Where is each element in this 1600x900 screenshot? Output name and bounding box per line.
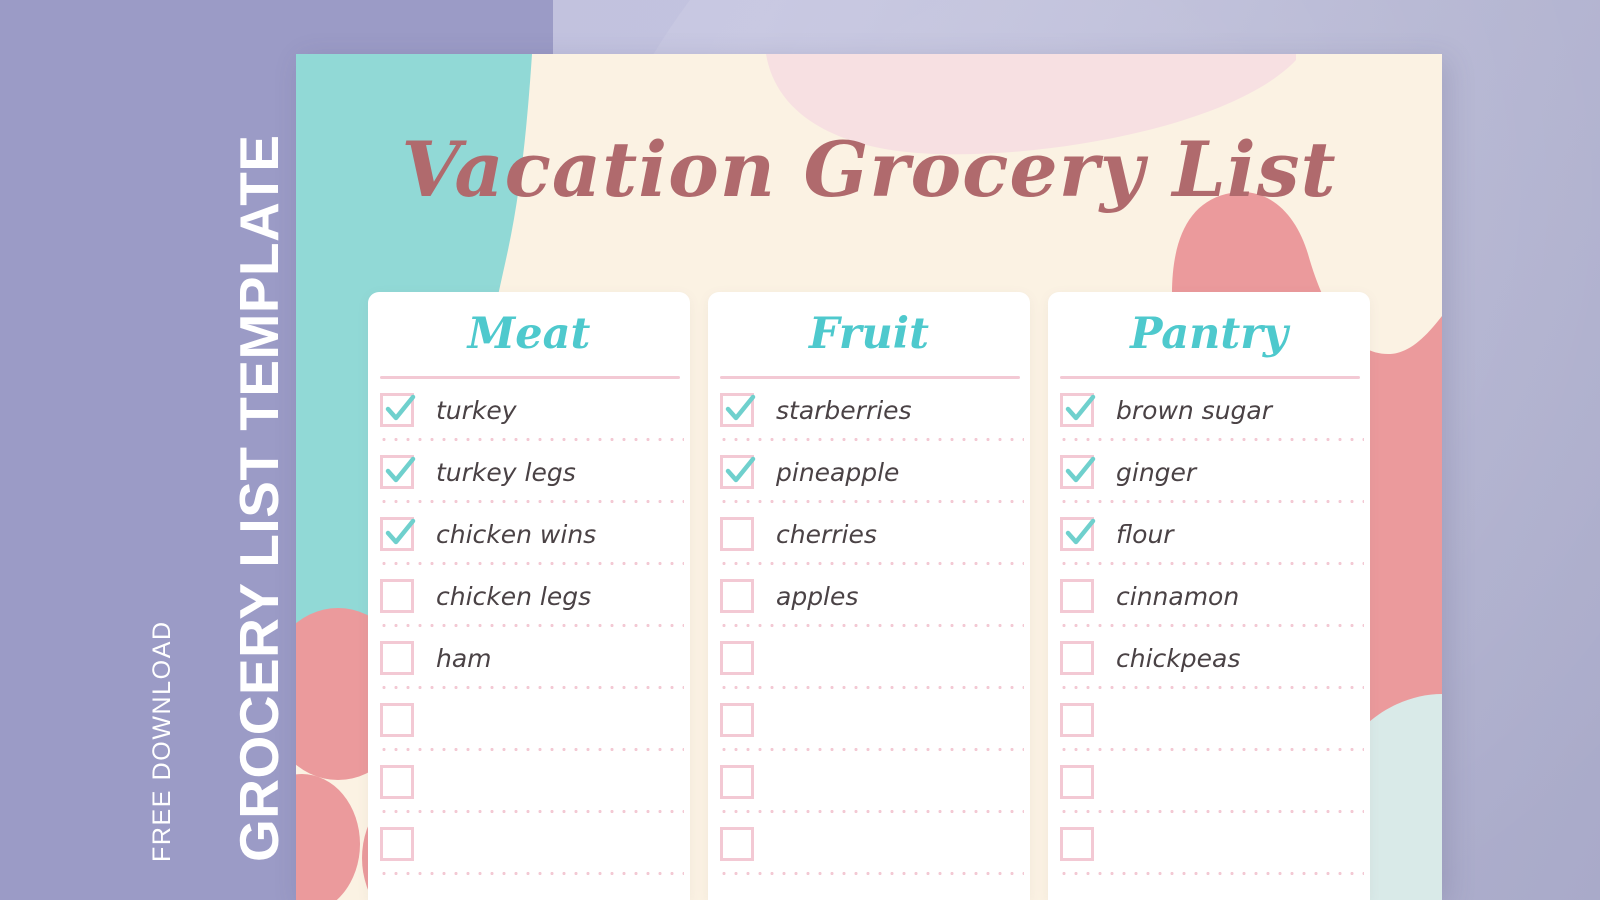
promo-title: GROCERY LIST TEMPLATE <box>228 134 290 862</box>
list-item[interactable]: ham <box>368 627 690 689</box>
list-item-label: cherries <box>776 519 877 549</box>
checkbox-checked[interactable] <box>1060 517 1096 551</box>
checkbox-empty[interactable] <box>720 827 754 861</box>
category-columns: Meat turkey turkey legs chicken wins chi… <box>368 292 1370 900</box>
list-item[interactable]: chickpeas <box>1048 627 1370 689</box>
check-icon <box>1065 456 1096 483</box>
item-list-meat: turkey turkey legs chicken wins chicken … <box>368 379 690 875</box>
category-card-fruit: Fruit starberries pineapple cherries app… <box>708 292 1030 900</box>
list-item-label: chickpeas <box>1116 643 1241 673</box>
checkbox-empty[interactable] <box>720 517 754 551</box>
checkbox-checked[interactable] <box>1060 455 1096 489</box>
list-item[interactable] <box>708 689 1030 751</box>
list-item[interactable] <box>708 751 1030 813</box>
list-item[interactable]: turkey legs <box>368 441 690 503</box>
check-icon <box>385 456 416 483</box>
category-title-fruit: Fruit <box>809 308 929 359</box>
promo-subtitle: FREE DOWNLOAD <box>148 620 176 862</box>
checkbox-empty[interactable] <box>380 641 414 675</box>
checkbox-empty[interactable] <box>720 765 754 799</box>
checkbox-empty[interactable] <box>1060 703 1094 737</box>
check-icon <box>1065 518 1096 545</box>
checkbox-empty[interactable] <box>380 579 414 613</box>
list-item[interactable]: turkey <box>368 379 690 441</box>
checkbox-empty[interactable] <box>380 827 414 861</box>
page-title: Vacation Grocery List <box>401 125 1337 214</box>
category-card-pantry: Pantry brown sugar ginger flour cinnamon… <box>1048 292 1370 900</box>
item-list-fruit: starberries pineapple cherries apples <box>708 379 1030 875</box>
checkbox-checked[interactable] <box>380 517 416 551</box>
list-item[interactable] <box>708 813 1030 875</box>
list-item[interactable] <box>708 627 1030 689</box>
list-item[interactable]: chicken wins <box>368 503 690 565</box>
checkbox-empty[interactable] <box>380 703 414 737</box>
list-item[interactable]: flour <box>1048 503 1370 565</box>
screenshot-root: GROCERY LIST TEMPLATE FREE DOWNLOAD Vaca… <box>0 0 1600 900</box>
list-item[interactable] <box>368 751 690 813</box>
list-item[interactable]: cherries <box>708 503 1030 565</box>
check-icon <box>385 394 416 421</box>
category-header-fruit: Fruit <box>708 292 1030 376</box>
category-title-meat: Meat <box>467 308 591 359</box>
list-item-label: chicken wins <box>436 519 597 549</box>
checkbox-checked[interactable] <box>380 455 416 489</box>
item-list-pantry: brown sugar ginger flour cinnamon chickp… <box>1048 379 1370 875</box>
category-header-pantry: Pantry <box>1048 292 1370 376</box>
check-icon <box>725 394 756 421</box>
list-item-label: turkey <box>436 395 517 425</box>
list-item-label: chicken legs <box>436 581 592 611</box>
check-icon <box>385 518 416 545</box>
category-header-meat: Meat <box>368 292 690 376</box>
list-item-label: ginger <box>1116 457 1197 487</box>
check-icon <box>1065 394 1096 421</box>
list-item[interactable] <box>1048 813 1370 875</box>
promo-text-rail: GROCERY LIST TEMPLATE FREE DOWNLOAD <box>0 0 300 900</box>
category-card-meat: Meat turkey turkey legs chicken wins chi… <box>368 292 690 900</box>
list-item-label: cinnamon <box>1116 581 1240 611</box>
list-item[interactable] <box>1048 751 1370 813</box>
checkbox-checked[interactable] <box>1060 393 1096 427</box>
list-item[interactable] <box>368 813 690 875</box>
list-item-label: pineapple <box>776 457 900 487</box>
checkbox-empty[interactable] <box>720 703 754 737</box>
list-item-label: apples <box>776 581 859 611</box>
category-title-pantry: Pantry <box>1130 308 1288 359</box>
checkbox-checked[interactable] <box>380 393 416 427</box>
list-item[interactable]: apples <box>708 565 1030 627</box>
list-item[interactable]: ginger <box>1048 441 1370 503</box>
checkbox-empty[interactable] <box>380 765 414 799</box>
list-item[interactable]: cinnamon <box>1048 565 1370 627</box>
list-item[interactable]: starberries <box>708 379 1030 441</box>
list-item[interactable]: pineapple <box>708 441 1030 503</box>
check-icon <box>725 456 756 483</box>
list-item-label: flour <box>1116 519 1174 549</box>
checkbox-empty[interactable] <box>1060 827 1094 861</box>
list-item[interactable]: chicken legs <box>368 565 690 627</box>
list-item[interactable]: brown sugar <box>1048 379 1370 441</box>
list-item-label: brown sugar <box>1116 395 1273 425</box>
checkbox-checked[interactable] <box>720 455 756 489</box>
list-item-label: starberries <box>776 395 912 425</box>
list-item[interactable] <box>368 689 690 751</box>
checkbox-empty[interactable] <box>720 641 754 675</box>
checkbox-checked[interactable] <box>720 393 756 427</box>
checkbox-empty[interactable] <box>1060 579 1094 613</box>
checkbox-empty[interactable] <box>1060 641 1094 675</box>
list-item-label: turkey legs <box>436 457 576 487</box>
document-sheet: Vacation Grocery List Meat turkey turkey… <box>296 54 1442 900</box>
list-item-label: ham <box>436 643 492 673</box>
pink-oval-blob-2 <box>296 774 360 900</box>
list-item[interactable] <box>1048 689 1370 751</box>
checkbox-empty[interactable] <box>720 579 754 613</box>
checkbox-empty[interactable] <box>1060 765 1094 799</box>
